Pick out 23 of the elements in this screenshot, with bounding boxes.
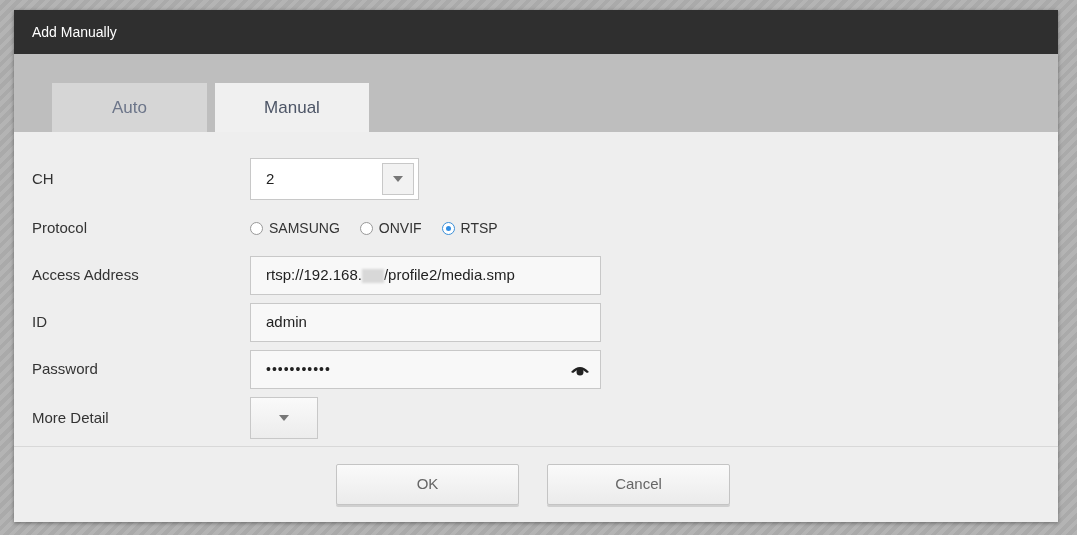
- field-label: Protocol: [32, 217, 89, 238]
- field-label: CH: [32, 168, 55, 189]
- radio-label: SAMSUNG: [269, 218, 340, 238]
- field-label: Access Address: [32, 265, 140, 286]
- channel-select[interactable]: 2: [250, 158, 419, 200]
- radio-button[interactable]: [359, 221, 373, 235]
- caret-icon: [279, 415, 289, 421]
- dropdown-caret-icon: [382, 163, 414, 195]
- tab[interactable]: Manual: [215, 83, 369, 132]
- id-field[interactable]: admin: [250, 303, 601, 342]
- field-label: More Detail: [32, 407, 110, 428]
- address-field[interactable]: rtsp://192.168. /profile2/media.smp: [250, 256, 601, 295]
- field-label: ID: [32, 312, 48, 333]
- radio-button[interactable]: [250, 221, 263, 235]
- cancel-button[interactable]: Cancel: [547, 464, 730, 505]
- radio-label: ONVIF: [378, 218, 422, 238]
- ok-button[interactable]: OK: [336, 464, 519, 505]
- window-title: Add Manually: [32, 22, 117, 42]
- password-field[interactable]: •••••••••••: [250, 350, 601, 389]
- expand-button[interactable]: [250, 397, 318, 439]
- radio-button[interactable]: [441, 221, 455, 235]
- field-label: Password: [32, 359, 99, 380]
- radio-label: RTSP: [460, 218, 498, 238]
